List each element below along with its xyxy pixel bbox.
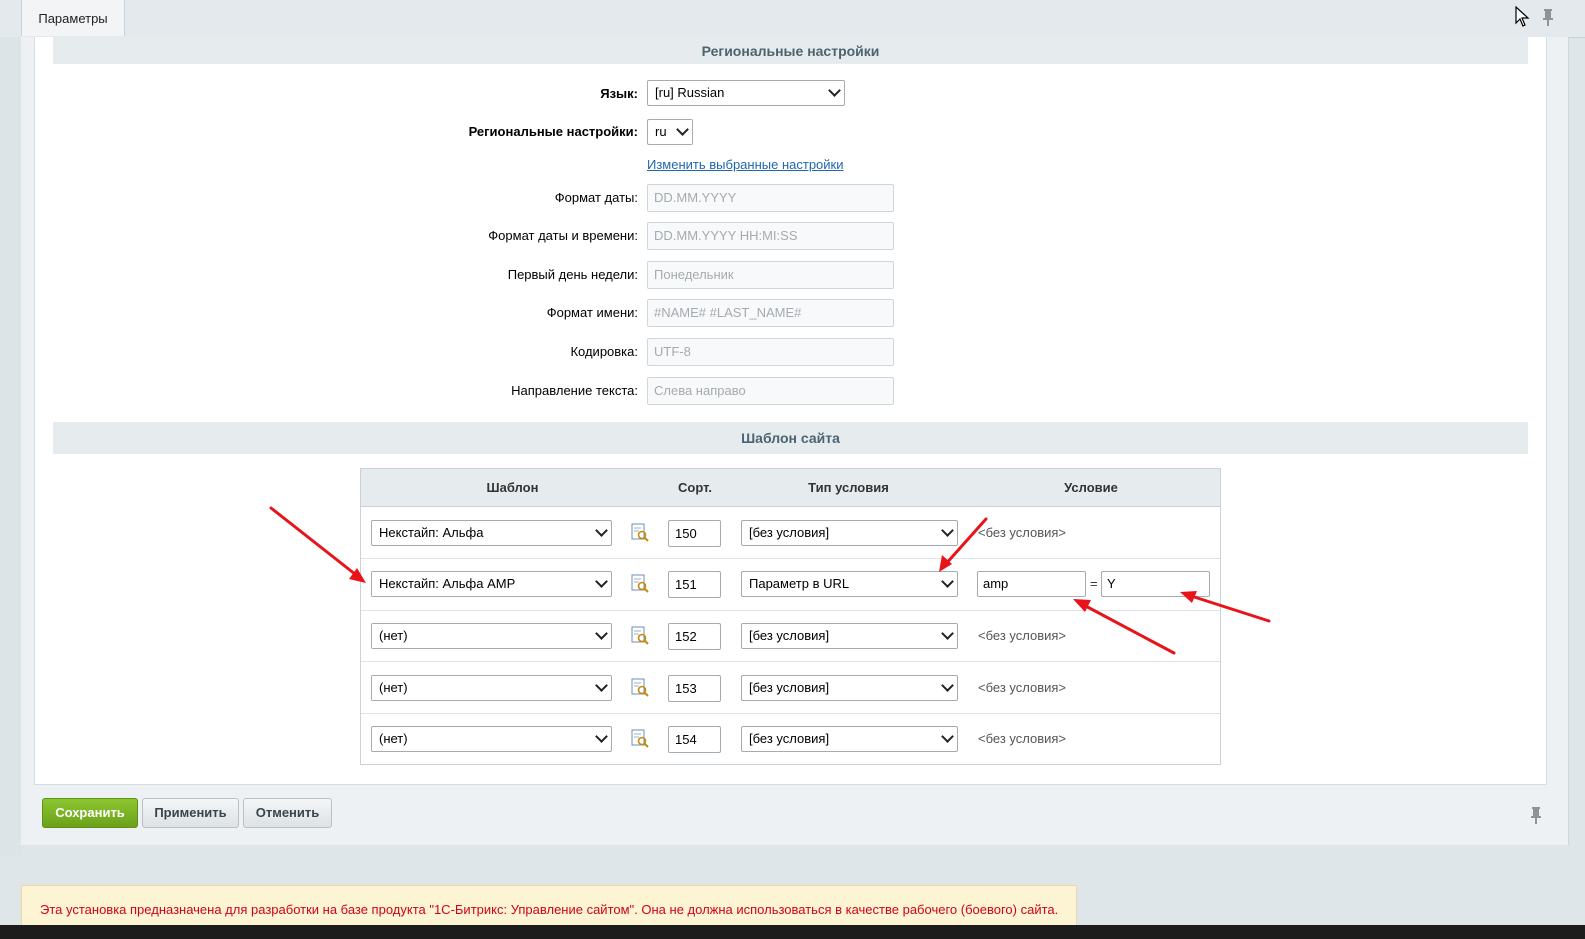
left-strip: [0, 37, 21, 857]
pin-icon[interactable]: [1541, 8, 1555, 30]
dev-notice: Эта установка предназначена для разработ…: [21, 885, 1077, 927]
preview-icon[interactable]: [631, 626, 649, 646]
chevron-down-icon: [828, 84, 841, 97]
condition-type-select[interactable]: [без условия]: [741, 520, 958, 546]
first-weekday-label: Первый день недели:: [507, 267, 638, 282]
section-regional-title: Региональные настройки: [53, 37, 1528, 64]
row-name-format: Формат имени: #NAME# #LAST_NAME#: [0, 299, 1585, 327]
row-datetime-format: Формат даты и времени: DD.MM.YYYY HH:MI:…: [0, 222, 1585, 250]
header-condition: Условие: [1064, 480, 1118, 495]
row-culture: Региональные настройки: ru: [0, 118, 1585, 146]
header-template: Шаблон: [486, 480, 539, 495]
chevron-down-icon: [941, 524, 954, 537]
chevron-down-icon: [595, 524, 608, 537]
row-text-direction: Направление текста: Слева направо: [0, 377, 1585, 405]
template-select[interactable]: (нет): [371, 623, 612, 649]
chevron-down-icon: [595, 730, 608, 743]
bottom-bar: [0, 925, 1585, 939]
change-settings-link[interactable]: Изменить выбранные настройки: [647, 157, 844, 172]
name-format-label: Формат имени:: [546, 305, 638, 320]
sort-input[interactable]: 150: [668, 520, 721, 547]
culture-select[interactable]: ru: [647, 119, 693, 145]
chevron-down-icon: [595, 679, 608, 692]
url-param-value-input[interactable]: Y: [1101, 571, 1210, 597]
table-header: Шаблон Сорт. Тип условия Условие: [361, 469, 1220, 507]
preview-icon[interactable]: [631, 729, 649, 749]
preview-icon[interactable]: [631, 523, 649, 543]
preview-icon[interactable]: [631, 678, 649, 698]
mouse-cursor-icon: [1515, 6, 1530, 27]
save-button[interactable]: Сохранить: [42, 798, 138, 828]
date-format-field: DD.MM.YYYY: [647, 184, 894, 212]
apply-button[interactable]: Применить: [142, 798, 239, 828]
template-select[interactable]: Некстайп: Альфа: [371, 520, 612, 546]
language-label: Язык:: [600, 86, 638, 101]
url-param-name-input[interactable]: amp: [977, 571, 1086, 597]
text-direction-label: Направление текста:: [511, 383, 638, 398]
table-row: (нет) 152 [без условия] <без условия>: [361, 610, 1220, 662]
pin-icon[interactable]: [1529, 806, 1543, 828]
chevron-down-icon: [941, 679, 954, 692]
condition-type-select[interactable]: [без условия]: [741, 675, 958, 701]
chevron-down-icon: [676, 123, 689, 136]
template-select[interactable]: Некстайп: Альфа AMP: [371, 571, 612, 597]
sort-input[interactable]: 151: [668, 571, 721, 598]
row-first-weekday: Первый день недели: Понедельник: [0, 261, 1585, 289]
row-date-format: Формат даты: DD.MM.YYYY: [0, 184, 1585, 212]
sort-input[interactable]: 153: [668, 675, 721, 702]
template-select[interactable]: (нет): [371, 675, 612, 701]
condition-text: <без условия>: [978, 525, 1067, 540]
condition-text: <без условия>: [978, 731, 1067, 746]
culture-label: Региональные настройки:: [468, 124, 638, 139]
chevron-down-icon: [595, 627, 608, 640]
date-format-label: Формат даты:: [554, 190, 638, 205]
condition-type-select[interactable]: Параметр в URL: [741, 571, 958, 597]
chevron-down-icon: [941, 575, 954, 588]
template-table: Шаблон Сорт. Тип условия Условие Некстай…: [360, 468, 1221, 765]
top-tab-bar: Параметры: [0, 0, 1585, 38]
language-select[interactable]: [ru] Russian: [647, 80, 845, 106]
chevron-down-icon: [595, 575, 608, 588]
datetime-format-label: Формат даты и времени:: [488, 228, 638, 243]
first-weekday-field: Понедельник: [647, 261, 894, 289]
table-row: (нет) 153 [без условия] <без условия>: [361, 662, 1220, 714]
header-sort: Сорт.: [678, 480, 712, 495]
charset-field: UTF-8: [647, 338, 894, 366]
preview-icon[interactable]: [631, 574, 649, 594]
tab-parameters[interactable]: Параметры: [21, 0, 125, 36]
template-select[interactable]: (нет): [371, 726, 612, 752]
cancel-button[interactable]: Отменить: [243, 798, 332, 828]
sort-input[interactable]: 154: [668, 726, 721, 753]
charset-label: Кодировка:: [570, 344, 638, 359]
condition-type-select[interactable]: [без условия]: [741, 623, 958, 649]
chevron-down-icon: [941, 730, 954, 743]
header-condition-type: Тип условия: [808, 480, 889, 495]
section-template-title: Шаблон сайта: [53, 422, 1528, 454]
equals-sign: =: [1090, 576, 1098, 591]
chevron-down-icon: [941, 627, 954, 640]
table-row: (нет) 154 [без условия] <без условия>: [361, 713, 1220, 764]
row-language: Язык: [ru] Russian: [0, 80, 1585, 108]
table-row: Некстайп: Альфа 150 [без условия] <без у…: [361, 507, 1220, 559]
table-row: Некстайп: Альфа AMP 151 Параметр в URL a…: [361, 559, 1220, 611]
row-charset: Кодировка: UTF-8: [0, 338, 1585, 366]
datetime-format-field: DD.MM.YYYY HH:MI:SS: [647, 222, 894, 250]
name-format-field: #NAME# #LAST_NAME#: [647, 299, 894, 327]
condition-text: <без условия>: [978, 628, 1067, 643]
text-direction-field: Слева направо: [647, 377, 894, 405]
condition-text: <без условия>: [978, 680, 1067, 695]
condition-type-select[interactable]: [без условия]: [741, 726, 958, 752]
sort-input[interactable]: 152: [668, 623, 721, 650]
